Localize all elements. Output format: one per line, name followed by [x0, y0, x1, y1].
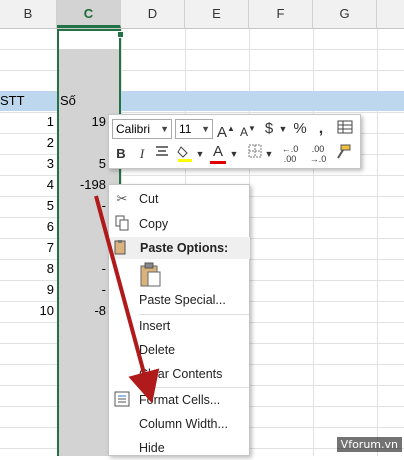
annotation-arrow	[94, 195, 160, 404]
watermark-logo: Vforum.vn	[336, 437, 402, 452]
